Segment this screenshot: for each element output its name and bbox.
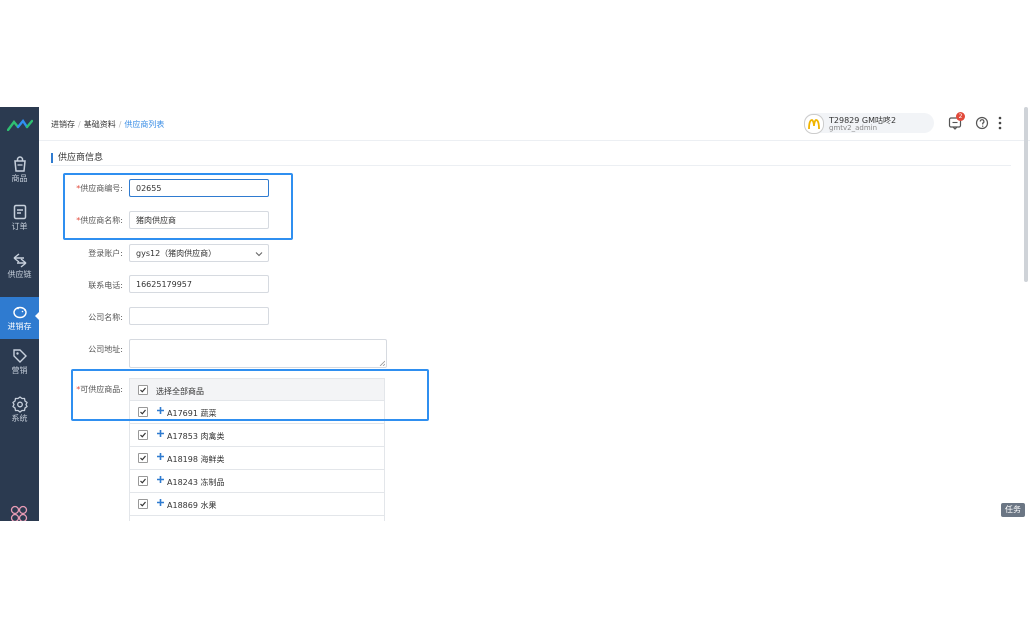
item-checkbox[interactable]	[138, 499, 148, 509]
vertical-scrollbar[interactable]	[1024, 107, 1030, 521]
sidebar-item-system[interactable]: 系统	[0, 395, 39, 435]
list-item-label: A18243 冻制品	[167, 478, 225, 487]
list-item[interactable]: A18198 海鲜类	[129, 447, 385, 470]
message-count-badge: 2	[956, 112, 965, 121]
highlight-box-supplier-fields	[63, 173, 293, 240]
expand-plus-icon[interactable]	[156, 452, 165, 461]
breadcrumb-current: 供应商列表	[124, 120, 165, 129]
settings-gear-icon	[11, 396, 28, 413]
list-item-label: A18198 海鲜类	[167, 455, 225, 464]
help-icon[interactable]	[975, 116, 989, 130]
expand-plus-icon[interactable]	[156, 498, 165, 507]
check-icon	[140, 478, 146, 484]
item-checkbox[interactable]	[138, 476, 148, 486]
section-divider	[51, 165, 1011, 166]
company-address-textarea[interactable]	[129, 339, 387, 368]
expand-plus-icon[interactable]	[156, 429, 165, 438]
list-item-label: A18869 水果	[167, 501, 217, 510]
resize-grip-icon[interactable]	[379, 360, 385, 366]
sidebar-item-label: 供应链	[7, 270, 32, 279]
user-role: gmtv2_admin	[829, 124, 878, 132]
list-item[interactable]	[129, 516, 385, 521]
check-icon	[140, 501, 146, 507]
list-item[interactable]: A17853 肉禽类	[129, 424, 385, 447]
sidebar-item-label: 系统	[11, 414, 28, 423]
shopping-bag-icon	[13, 156, 26, 172]
apps-grid-icon[interactable]	[10, 505, 28, 521]
sidebar-item-marketing[interactable]: 营销	[0, 347, 39, 387]
avatar	[804, 114, 824, 134]
chevron-down-icon	[255, 252, 263, 257]
check-icon	[140, 455, 146, 461]
brand-logo	[7, 119, 33, 131]
brand-avatar-icon	[808, 119, 820, 130]
expand-plus-icon[interactable]	[156, 475, 165, 484]
app-window: 商品 订单 供应链 进销存 营销 系统 进销存 / 基础资料 / 供应商列表 T…	[0, 107, 1030, 521]
more-vertical-icon[interactable]	[997, 115, 1003, 131]
sidebar-item-inventory[interactable]: 进销存	[0, 297, 40, 339]
company-name-input[interactable]	[129, 307, 269, 325]
breadcrumb: 进销存 / 基础资料 / 供应商列表	[51, 120, 165, 129]
company-address-label: 公司地址:	[88, 345, 123, 354]
phone-label: 联系电话:	[88, 281, 123, 290]
sidebar: 商品 订单 供应链 进销存 营销 系统	[0, 107, 40, 521]
section-title: 供应商信息	[51, 153, 103, 163]
check-icon	[140, 432, 146, 438]
sidebar-item-label: 进销存	[7, 322, 32, 331]
top-bar: 进销存 / 基础资料 / 供应商列表 T29829 GM咕咚2 gmtv2_admin …	[39, 107, 1030, 141]
sidebar-item-label: 商品	[11, 174, 28, 183]
sidebar-item-goods[interactable]: 商品	[0, 155, 39, 195]
order-document-icon	[13, 204, 26, 220]
tag-icon	[12, 349, 27, 363]
login-account-label: 登录账户:	[88, 249, 123, 258]
task-button[interactable]: 任务	[1001, 503, 1025, 517]
sidebar-item-label: 营销	[11, 366, 28, 375]
list-item-label: A17853 肉禽类	[167, 432, 225, 441]
scrollbar-thumb[interactable]	[1024, 107, 1028, 282]
breadcrumb-level-1[interactable]: 进销存	[51, 120, 75, 129]
sidebar-item-supply-chain[interactable]: 供应链	[0, 251, 39, 291]
supply-chain-arrows-icon	[13, 253, 26, 268]
inventory-piggy-icon	[12, 306, 27, 319]
company-name-label: 公司名称:	[88, 313, 123, 322]
highlight-box-goods	[71, 369, 429, 421]
list-item[interactable]: A18243 冻制品	[129, 470, 385, 493]
item-checkbox[interactable]	[138, 430, 148, 440]
item-checkbox[interactable]	[138, 453, 148, 463]
phone-input[interactable]: 16625179957	[129, 275, 269, 293]
list-item[interactable]: A18869 水果	[129, 493, 385, 516]
login-account-value: gys12（猪肉供应商）	[136, 249, 217, 258]
sidebar-item-label: 订单	[11, 222, 28, 231]
sidebar-item-orders[interactable]: 订单	[0, 203, 39, 243]
user-menu[interactable]: T29829 GM咕咚2 gmtv2_admin	[804, 113, 934, 134]
breadcrumb-level-2[interactable]: 基础资料	[84, 120, 116, 129]
login-account-select[interactable]: gys12（猪肉供应商）	[129, 244, 269, 262]
